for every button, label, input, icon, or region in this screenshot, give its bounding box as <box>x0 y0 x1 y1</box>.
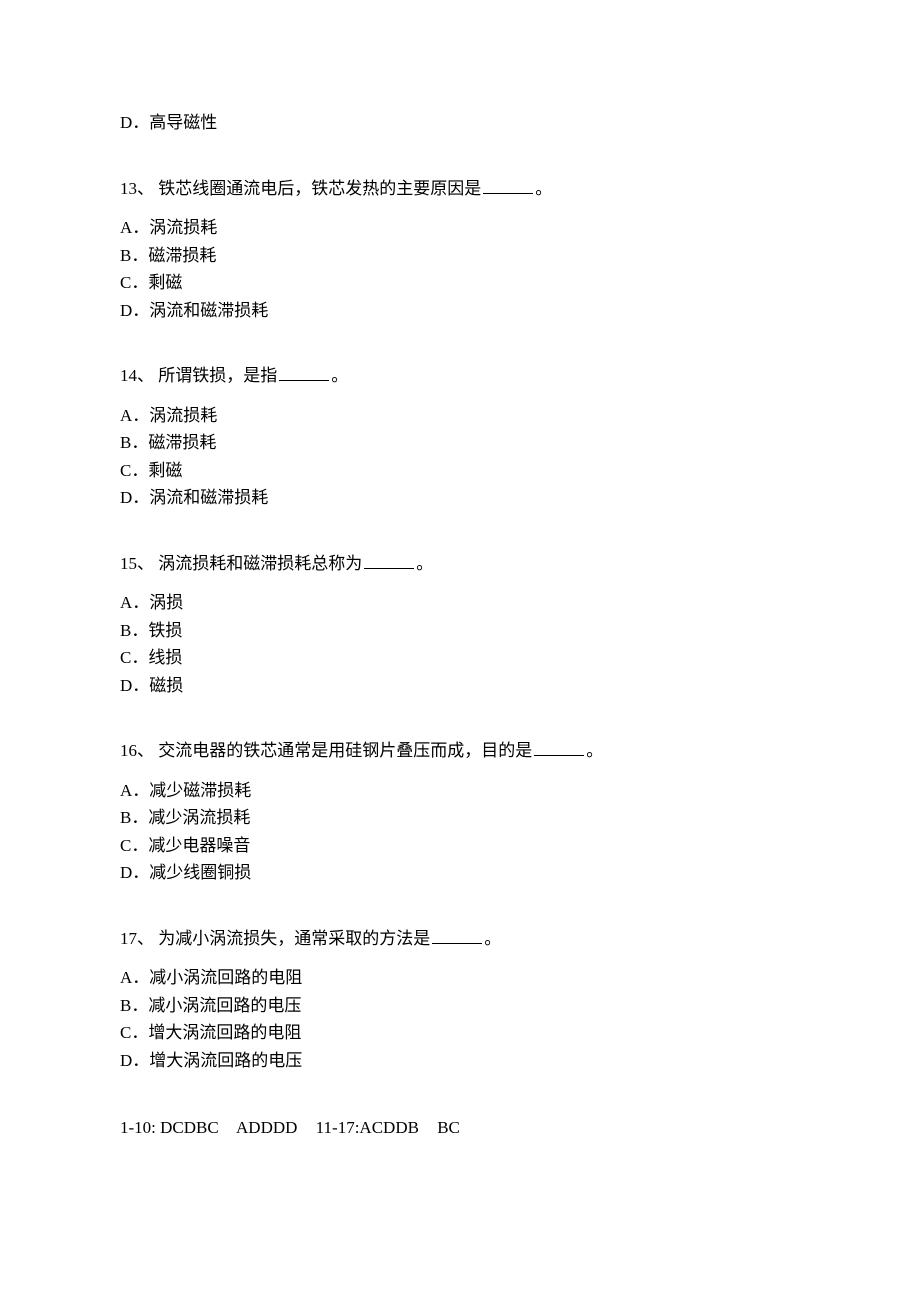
option-c: C．剩磁 <box>120 458 800 484</box>
option-a: A．涡损 <box>120 590 800 616</box>
answer-key-part4: BC <box>437 1118 460 1137</box>
answer-key-part2: ADDDD <box>236 1118 297 1137</box>
option-a: A．减少磁滞损耗 <box>120 778 800 804</box>
option-b: B．铁损 <box>120 618 800 644</box>
option-d: D．减少线圈铜损 <box>120 860 800 886</box>
answer-key-part1: 1-10: DCDBC <box>120 1118 219 1137</box>
option-d: D．增大涡流回路的电压 <box>120 1048 800 1074</box>
question-17: 17、 为减小涡流损失，通常采取的方法是 。 A．减小涡流回路的电阻 B．减小涡流… <box>120 926 800 1074</box>
answer-key: 1-10: DCDBC ADDDD 11-17:ACDDB BC <box>120 1115 800 1141</box>
question-text-after: 。 <box>416 554 433 573</box>
question-text-after: 。 <box>331 366 348 385</box>
fill-blank <box>432 926 482 944</box>
question-number: 16、 <box>120 741 154 760</box>
question-text-before: 交流电器的铁芯通常是用硅钢片叠压而成，目的是 <box>158 741 532 760</box>
question-number: 15、 <box>120 554 154 573</box>
orphan-option-d: D．高导磁性 <box>120 110 800 136</box>
fill-blank <box>364 551 414 569</box>
question-stem: 14、 所谓铁损，是指 。 <box>120 363 800 389</box>
option-c: C．减少电器噪音 <box>120 833 800 859</box>
fill-blank <box>483 176 533 194</box>
question-13: 13、 铁芯线圈通流电后，铁芯发热的主要原因是 。 A．涡流损耗 B．磁滞损耗 C… <box>120 176 800 324</box>
question-16: 16、 交流电器的铁芯通常是用硅钢片叠压而成，目的是 。 A．减少磁滞损耗 B．减… <box>120 738 800 886</box>
option-a: A．涡流损耗 <box>120 215 800 241</box>
fill-blank <box>534 738 584 756</box>
question-text-after: 。 <box>586 741 603 760</box>
question-stem: 17、 为减小涡流损失，通常采取的方法是 。 <box>120 926 800 952</box>
question-text-before: 涡流损耗和磁滞损耗总称为 <box>158 554 362 573</box>
question-text-after: 。 <box>484 929 501 948</box>
question-14: 14、 所谓铁损，是指 。 A．涡流损耗 B．磁滞损耗 C．剩磁 D．涡流和磁滞损… <box>120 363 800 511</box>
question-number: 17、 <box>120 929 154 948</box>
answer-key-part3: 11-17:ACDDB <box>316 1118 419 1137</box>
question-text-after: 。 <box>535 179 552 198</box>
question-stem: 13、 铁芯线圈通流电后，铁芯发热的主要原因是 。 <box>120 176 800 202</box>
option-a: A．涡流损耗 <box>120 403 800 429</box>
option-b: B．减小涡流回路的电压 <box>120 993 800 1019</box>
option-d: D．涡流和磁滞损耗 <box>120 485 800 511</box>
question-stem: 15、 涡流损耗和磁滞损耗总称为 。 <box>120 551 800 577</box>
fill-blank <box>279 363 329 381</box>
question-number: 14、 <box>120 366 154 385</box>
question-15: 15、 涡流损耗和磁滞损耗总称为 。 A．涡损 B．铁损 C．线损 D．磁损 <box>120 551 800 699</box>
option-c: C．增大涡流回路的电阻 <box>120 1020 800 1046</box>
question-stem: 16、 交流电器的铁芯通常是用硅钢片叠压而成，目的是 。 <box>120 738 800 764</box>
option-a: A．减小涡流回路的电阻 <box>120 965 800 991</box>
option-c: C．线损 <box>120 645 800 671</box>
option-b: B．磁滞损耗 <box>120 430 800 456</box>
question-text-before: 所谓铁损，是指 <box>158 366 277 385</box>
question-number: 13、 <box>120 179 154 198</box>
option-d: D．涡流和磁滞损耗 <box>120 298 800 324</box>
option-c: C．剩磁 <box>120 270 800 296</box>
option-b: B．磁滞损耗 <box>120 243 800 269</box>
question-text-before: 铁芯线圈通流电后，铁芯发热的主要原因是 <box>158 179 481 198</box>
option-d: D．磁损 <box>120 673 800 699</box>
document-page: D．高导磁性 13、 铁芯线圈通流电后，铁芯发热的主要原因是。 A．涡流损耗 B… <box>0 0 920 1302</box>
option-b: B．减少涡流损耗 <box>120 805 800 831</box>
question-text-before: 为减小涡流损失，通常采取的方法是 <box>158 929 430 948</box>
